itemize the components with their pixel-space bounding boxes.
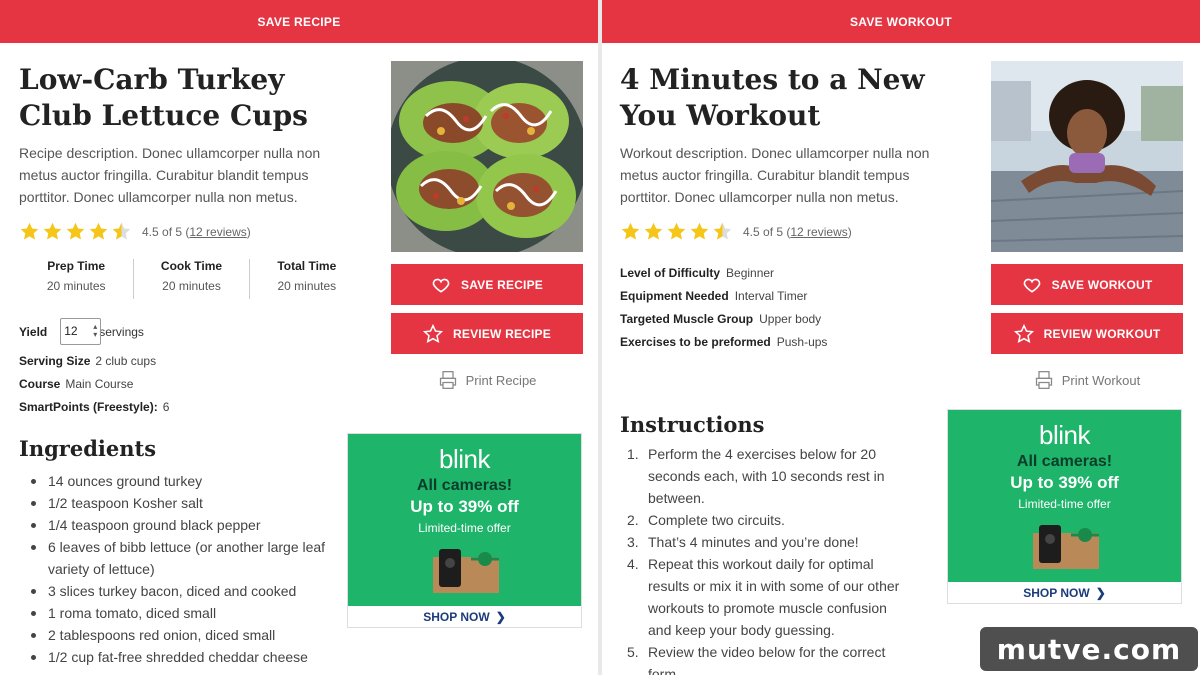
workout-photo [991, 61, 1183, 252]
camera-gift-image [425, 543, 505, 593]
heart-icon [1023, 278, 1040, 293]
recipe-times: Prep Time 20 minutes Cook Time 20 minute… [19, 259, 364, 299]
total-time: Total Time 20 minutes [248, 259, 364, 299]
watermark: mutve.com [980, 627, 1198, 671]
ad-line: Up to 39% off [1010, 473, 1119, 492]
list-item: 1/2 cup fat-free shredded cheddar cheese [30, 646, 330, 668]
star-icon[interactable] [88, 221, 109, 242]
shop-now-link[interactable]: SHOP NOW ❯ [348, 606, 581, 627]
heart-icon [432, 278, 450, 293]
chevron-right-icon: ❯ [495, 609, 506, 624]
half-star-icon[interactable] [712, 221, 733, 242]
yield-label: Yield [19, 324, 48, 339]
list-item: 1 roma tomato, diced small [30, 602, 330, 624]
star-outline-icon [1013, 323, 1034, 343]
list-item: 2. Complete two circuits. [627, 512, 785, 528]
list-item: 2 tablespoons red onion, diced small [30, 624, 330, 646]
workout-details: Level of Difficulty Beginner Equipment Ne… [620, 262, 827, 354]
reviews-link[interactable]: 12 reviews [189, 225, 246, 239]
ad-line: Limited-time offer [1018, 497, 1111, 511]
workout-title: 4 Minutes to a New You Workout [620, 63, 925, 132]
star-icon[interactable] [620, 221, 641, 242]
star-icon[interactable] [666, 221, 687, 242]
recipe-title: Low-Carb Turkey Club Lettuce Cups [19, 63, 308, 132]
list-item: 1/2 teaspoon Kosher salt [30, 492, 330, 514]
smartpoints: SmartPoints (Freestyle): 6 [19, 400, 170, 414]
rating-text: 4.5 of 5 (12 reviews) [743, 224, 852, 239]
star-outline-icon [423, 323, 444, 343]
printer-icon [439, 371, 456, 389]
list-item: 1/4 teaspoon ground black pepper [30, 514, 330, 536]
list-item: 3 slices turkey bacon, diced and cooked [30, 580, 330, 602]
yield-unit: servings [99, 324, 144, 339]
save-workout-bar[interactable]: SAVE WORKOUT [602, 0, 1200, 43]
course: Course Main Course [19, 377, 134, 391]
difficulty-row: Level of Difficulty Beginner [620, 266, 775, 280]
list-item: 3. That’s 4 minutes and you’re done! [627, 534, 859, 550]
cook-time: Cook Time 20 minutes [133, 259, 248, 299]
recipe-card: SAVE RECIPE Low-Carb Turkey Club Lettuce… [0, 0, 598, 675]
ad-line: Up to 39% off [410, 497, 519, 516]
serving-size: Serving Size 2 club cups [19, 354, 157, 368]
review-recipe-button[interactable]: REVIEW RECIPE [391, 313, 583, 354]
rating-text: 4.5 of 5 (12 reviews) [142, 224, 251, 239]
ad-line: All cameras! [416, 477, 513, 494]
star-rating[interactable] [620, 221, 733, 242]
ingredients-list: 14 ounces ground turkey 1/2 teaspoon Kos… [30, 470, 330, 668]
muscle-group-row: Targeted Muscle Group Upper body [620, 312, 822, 326]
printer-icon [1035, 371, 1052, 389]
star-icon[interactable] [65, 221, 86, 242]
review-workout-button[interactable]: REVIEW WORKOUT [991, 313, 1183, 354]
exercises-row: Exercises to be preformed Push-ups [620, 335, 828, 349]
camera-gift-image [1025, 519, 1105, 569]
list-item: 4. Repeat this workout daily for optimal … [627, 556, 900, 638]
half-star-icon[interactable] [111, 221, 132, 242]
stepper-arrows-icon[interactable]: ▴ ▾ [93, 323, 97, 339]
print-workout-link[interactable]: Print Workout [991, 370, 1183, 390]
yield-row: Yield 12 ▴ ▾ servings [19, 318, 144, 345]
ad-line: All cameras! [1016, 453, 1113, 470]
star-icon[interactable] [643, 221, 664, 242]
recipe-rating: 4.5 of 5 (12 reviews) [19, 221, 251, 242]
star-icon[interactable] [19, 221, 40, 242]
yield-stepper[interactable]: 12 ▴ ▾ [60, 318, 102, 345]
chevron-right-icon: ❯ [1095, 585, 1106, 600]
save-recipe-button[interactable]: SAVE RECIPE [391, 264, 583, 305]
ingredients-heading: Ingredients [19, 436, 157, 461]
save-recipe-bar[interactable]: SAVE RECIPE [0, 0, 598, 43]
star-icon[interactable] [689, 221, 710, 242]
list-item: 14 ounces ground turkey [30, 470, 330, 492]
blink-logo: blink [439, 444, 490, 474]
star-rating[interactable] [19, 221, 132, 242]
reviews-link[interactable]: 12 reviews [790, 225, 847, 239]
blink-ad[interactable]: blink All cameras! Up to 39% off Limited… [347, 433, 582, 628]
shop-now-link[interactable]: SHOP NOW ❯ [948, 582, 1181, 603]
workout-description: Workout description. Donec ullamcorper n… [620, 145, 930, 205]
star-icon[interactable] [42, 221, 63, 242]
print-recipe-link[interactable]: Print Recipe [391, 370, 583, 390]
workout-card: SAVE WORKOUT 4 Minutes to a New You Work… [602, 0, 1200, 675]
instructions-list: 1. Perform the 4 exercises below for 20 s… [627, 443, 902, 675]
recipe-description: Recipe description. Donec ullamcorper nu… [19, 145, 321, 205]
blink-ad[interactable]: blink All cameras! Up to 39% off Limited… [947, 409, 1182, 604]
recipe-photo [391, 61, 583, 252]
list-item: 5. Review the video below for the correct… [627, 644, 886, 675]
blink-logo: blink [1039, 420, 1090, 450]
prep-time: Prep Time 20 minutes [46, 259, 106, 293]
save-workout-button[interactable]: SAVE WORKOUT [991, 264, 1183, 305]
workout-rating: 4.5 of 5 (12 reviews) [620, 221, 852, 242]
ad-line: Limited-time offer [418, 521, 511, 535]
list-item: 6 leaves of bibb lettuce (or another lar… [30, 536, 330, 580]
list-item: 1. Perform the 4 exercises below for 20 s… [627, 446, 885, 506]
equipment-row: Equipment Needed Interval Timer [620, 289, 808, 303]
instructions-heading: Instructions [620, 412, 765, 437]
